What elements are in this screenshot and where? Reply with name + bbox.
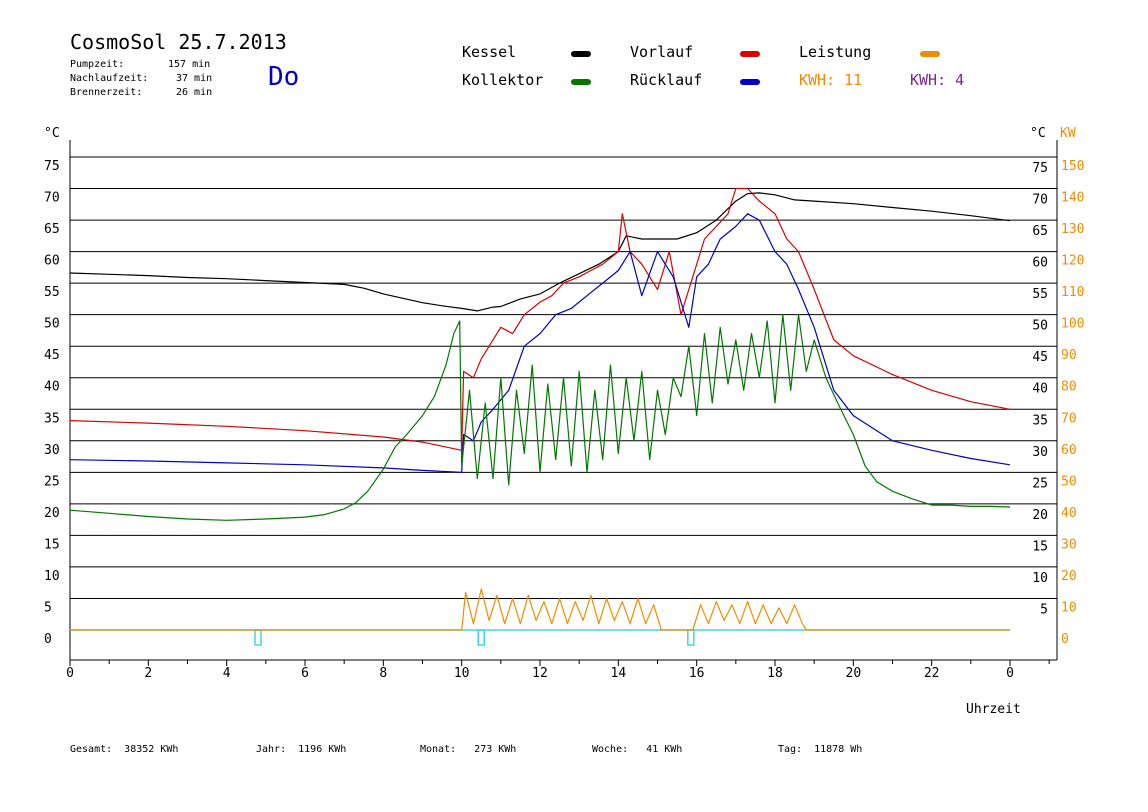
series-kollektor-line xyxy=(69,314,1011,521)
y2-celsius-tick-label: 70 xyxy=(1032,193,1048,208)
y2-celsius-tick-label: 75 xyxy=(1032,161,1048,176)
x-tick-label: 16 xyxy=(689,666,705,681)
y2-kw-tick-label: 130 xyxy=(1061,222,1084,237)
y2-kw-tick-label: 150 xyxy=(1061,159,1084,174)
event-marker xyxy=(254,629,262,646)
x-tick-label: 18 xyxy=(767,666,783,681)
y-tick-label: 50 xyxy=(44,317,60,332)
event-marker xyxy=(687,629,695,646)
y-tick-label: 55 xyxy=(44,285,60,300)
series-ruecklauf-line xyxy=(69,213,1011,473)
y2-kw-tick-label: 50 xyxy=(1061,474,1077,489)
x-tick-label: 2 xyxy=(144,666,152,681)
x-tick-label: 22 xyxy=(924,666,940,681)
y2-kw-tick-label: 90 xyxy=(1061,348,1077,363)
y2-kw-tick-label: 140 xyxy=(1061,191,1084,206)
tick-layer: 0510152025303540455055606570755101520253… xyxy=(44,159,1084,681)
y-tick-label: 65 xyxy=(44,222,60,237)
x-tick-label: 0 xyxy=(1006,666,1014,681)
y-tick-label: 30 xyxy=(44,443,60,458)
y-tick-label: 10 xyxy=(44,569,60,584)
y-tick-label: 25 xyxy=(44,474,60,489)
x-tick-label: 0 xyxy=(66,666,74,681)
footer-tag: Tag: 11878 Wh xyxy=(778,744,863,755)
series-leistung-line xyxy=(70,588,1010,631)
grid-layer xyxy=(69,140,1058,666)
y2-kw-tick-label: 60 xyxy=(1061,443,1077,458)
y2-celsius-tick-label: 65 xyxy=(1032,224,1048,239)
y2-celsius-tick-label: 60 xyxy=(1032,256,1048,271)
y2-kw-tick-label: 110 xyxy=(1061,285,1084,300)
y2-celsius-tick-label: 5 xyxy=(1040,602,1048,617)
x-tick-label: 4 xyxy=(223,666,231,681)
y-tick-label: 60 xyxy=(44,254,60,269)
temperature-chart: 0510152025303540455055606570755101520253… xyxy=(44,140,1084,681)
y2-celsius-tick-label: 10 xyxy=(1032,571,1048,586)
x-tick-label: 8 xyxy=(379,666,387,681)
y-tick-label: 15 xyxy=(44,537,60,552)
y2-celsius-tick-label: 20 xyxy=(1032,508,1048,523)
x-tick-label: 20 xyxy=(846,666,862,681)
y2-celsius-tick-label: 15 xyxy=(1032,539,1048,554)
y-tick-label: 35 xyxy=(44,411,60,426)
series-vorlauf-line xyxy=(69,187,1011,451)
y2-celsius-tick-label: 55 xyxy=(1032,287,1048,302)
y-tick-label: 75 xyxy=(44,159,60,174)
y2-celsius-tick-label: 35 xyxy=(1032,413,1048,428)
y2-kw-tick-label: 20 xyxy=(1061,569,1077,584)
y2-kw-tick-label: 70 xyxy=(1061,411,1077,426)
footer-monat: Monat: 273 KWh xyxy=(420,744,517,755)
y2-celsius-tick-label: 25 xyxy=(1032,476,1048,491)
y-tick-label: 40 xyxy=(44,380,60,395)
y2-kw-tick-label: 80 xyxy=(1061,380,1077,395)
y-tick-label: 45 xyxy=(44,348,60,363)
footer-gesamt: Gesamt: 38352 KWh xyxy=(70,744,179,755)
x-tick-label: 12 xyxy=(532,666,548,681)
x-tick-label: 10 xyxy=(454,666,470,681)
x-tick-label: 14 xyxy=(611,666,627,681)
series-layer xyxy=(69,187,1011,646)
y2-celsius-tick-label: 40 xyxy=(1032,382,1048,397)
footer-jahr: Jahr: 1196 KWh xyxy=(256,744,347,755)
x-tick-label: 6 xyxy=(301,666,309,681)
y2-celsius-tick-label: 45 xyxy=(1032,350,1048,365)
event-marker xyxy=(477,629,485,646)
y-tick-label: 20 xyxy=(44,506,60,521)
y2-kw-tick-label: 100 xyxy=(1061,317,1084,332)
y2-kw-tick-label: 0 xyxy=(1061,632,1069,647)
footer-woche: Woche: 41 KWh xyxy=(592,744,683,755)
y-tick-label: 70 xyxy=(44,191,60,206)
y2-kw-tick-label: 10 xyxy=(1061,600,1077,615)
y-tick-label: 5 xyxy=(44,600,52,615)
y2-celsius-tick-label: 50 xyxy=(1032,319,1048,334)
y-tick-label: 0 xyxy=(44,632,52,647)
y2-kw-tick-label: 120 xyxy=(1061,254,1084,269)
y2-celsius-tick-label: 30 xyxy=(1032,445,1048,460)
y2-kw-tick-label: 30 xyxy=(1061,537,1077,552)
y2-kw-tick-label: 40 xyxy=(1061,506,1077,521)
